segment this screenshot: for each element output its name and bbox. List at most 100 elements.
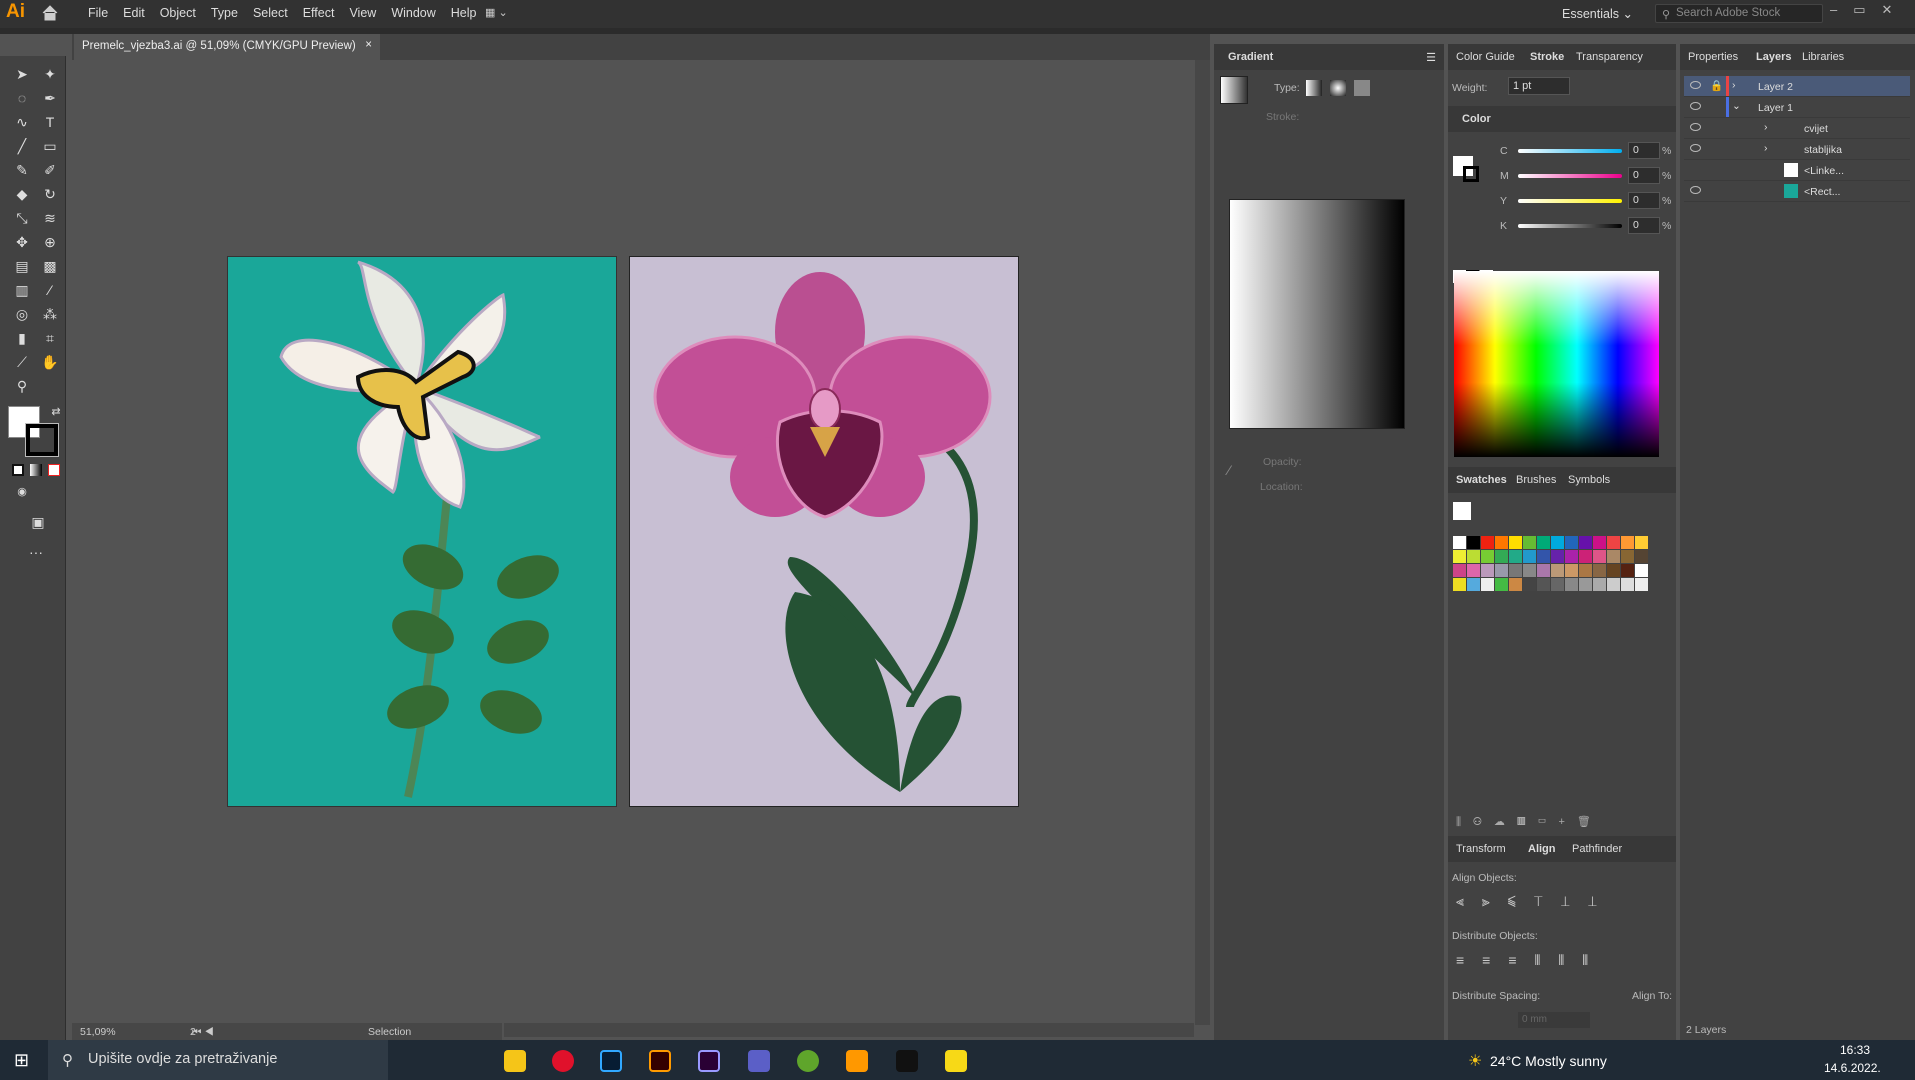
swatch[interactable]	[1523, 578, 1536, 591]
sublayer-row[interactable]: <Rect...	[1684, 181, 1910, 202]
type-tool-icon[interactable]: T	[40, 112, 60, 132]
magenta-slider[interactable]	[1518, 174, 1622, 178]
artboard-tool-icon[interactable]: ⌗	[40, 328, 60, 348]
swatch[interactable]	[1453, 550, 1466, 563]
swatch[interactable]	[1635, 536, 1648, 549]
layer-row[interactable]: 🔒 › Layer 2	[1684, 76, 1910, 97]
document-tab[interactable]: Premelc_vjezba3.ai @ 51,09% (CMYK/GPU Pr…	[74, 34, 380, 60]
pen-tool-icon[interactable]: ✒	[40, 88, 60, 108]
swatch[interactable]	[1467, 550, 1480, 563]
gradient-mode-icon[interactable]	[30, 464, 42, 476]
menu-view[interactable]: View	[349, 6, 376, 20]
taskbar-search[interactable]: Upišite ovdje za pretraživanje	[48, 1040, 388, 1080]
swatch[interactable]	[1621, 578, 1634, 591]
lasso-tool-icon[interactable]: ◌	[12, 88, 32, 108]
swatch[interactable]	[1453, 564, 1466, 577]
swatch[interactable]	[1495, 550, 1508, 563]
stock-search-input[interactable]: Search Adobe Stock	[1655, 4, 1823, 23]
clock-time[interactable]: 16:33	[1840, 1043, 1870, 1057]
swatch[interactable]	[1635, 564, 1648, 577]
rectangle-tool-icon[interactable]: ▭	[40, 136, 60, 156]
linear-gradient-icon[interactable]	[1306, 80, 1322, 96]
swatch[interactable]	[1635, 578, 1648, 591]
swatch[interactable]	[1523, 550, 1536, 563]
tab-color-guide[interactable]: Color Guide	[1456, 51, 1515, 63]
layer-row[interactable]: ⌄ Layer 1	[1684, 97, 1910, 118]
visibility-icon[interactable]	[1690, 81, 1701, 89]
blend-tool-icon[interactable]: ◎	[12, 304, 32, 324]
zoom-tool-icon[interactable]: ⚲	[12, 376, 32, 396]
magenta-input[interactable]: 0	[1628, 167, 1660, 184]
gradient-slider[interactable]	[1229, 199, 1405, 429]
opera-icon[interactable]	[552, 1050, 574, 1072]
zoom-level[interactable]: 51,09%	[80, 1026, 116, 1038]
artboard-1[interactable]	[227, 256, 617, 807]
visibility-icon[interactable]	[1690, 144, 1701, 152]
swatch[interactable]	[1481, 550, 1494, 563]
utorrent-icon[interactable]	[797, 1050, 819, 1072]
swatch[interactable]	[1481, 578, 1494, 591]
app-icon[interactable]	[896, 1050, 918, 1072]
screen-mode-icon[interactable]: ▣	[28, 512, 48, 532]
magic-wand-icon[interactable]: ✦	[40, 64, 60, 84]
swatch[interactable]	[1607, 578, 1620, 591]
tab-libraries[interactable]: Libraries	[1802, 51, 1844, 63]
weather-text[interactable]: 24°C Mostly sunny	[1490, 1053, 1607, 1069]
mesh-tool-icon[interactable]: ▩	[40, 256, 60, 276]
swatch[interactable]	[1523, 536, 1536, 549]
tab-properties[interactable]: Properties	[1688, 51, 1738, 63]
radial-gradient-icon[interactable]	[1330, 80, 1346, 96]
swatch[interactable]	[1593, 564, 1606, 577]
expand-icon[interactable]: ›	[1764, 142, 1768, 154]
swatch[interactable]	[1607, 564, 1620, 577]
swatch[interactable]	[1523, 564, 1536, 577]
graph-tool-icon[interactable]: ▮	[12, 328, 32, 348]
menu-window[interactable]: Window	[391, 6, 435, 20]
sublime-icon[interactable]	[846, 1050, 868, 1072]
align-buttons-icon[interactable]: ⫷⫸⫹⊤⊥⊥	[1456, 893, 1615, 910]
home-icon[interactable]	[42, 5, 58, 21]
distribute-buttons-icon[interactable]: ≡≡≡⫴⫴⫴	[1456, 952, 1606, 969]
black-input[interactable]: 0	[1628, 217, 1660, 234]
slice-tool-icon[interactable]: ⟋	[12, 352, 32, 372]
tab-swatches[interactable]: Swatches	[1456, 474, 1507, 486]
illustrator-icon[interactable]	[649, 1050, 671, 1072]
tab-layers[interactable]: Layers	[1756, 51, 1791, 63]
swatch[interactable]	[1621, 564, 1634, 577]
visibility-icon[interactable]	[1690, 186, 1701, 194]
workspace-switcher-icon[interactable]: ▦ ⌄	[485, 6, 508, 19]
tab-align[interactable]: Align	[1528, 843, 1556, 855]
swatch-panel-actions-icon[interactable]: ⫼⚇☁▦▭+🗑	[1448, 812, 1676, 832]
eraser-icon[interactable]: ◆	[12, 184, 32, 204]
workspace-dropdown[interactable]: Essentials ⌄	[1562, 6, 1633, 21]
swatch[interactable]	[1481, 536, 1494, 549]
puppet-warp-icon[interactable]: ✥	[12, 232, 32, 252]
tab-transparency[interactable]: Transparency	[1576, 51, 1643, 63]
swatch[interactable]	[1579, 550, 1592, 563]
swatch[interactable]	[1593, 536, 1606, 549]
gradient-tool-icon[interactable]: ▥	[12, 280, 32, 300]
premiere-icon[interactable]	[698, 1050, 720, 1072]
swatch[interactable]	[1579, 536, 1592, 549]
tab-transform[interactable]: Transform	[1456, 843, 1506, 855]
swatch[interactable]	[1509, 550, 1522, 563]
swatch[interactable]	[1537, 564, 1550, 577]
swatch[interactable]	[1509, 536, 1522, 549]
swatch[interactable]	[1467, 564, 1480, 577]
file-explorer-icon[interactable]	[504, 1050, 526, 1072]
clock-date[interactable]: 14.6.2022.	[1824, 1061, 1881, 1075]
swatch[interactable]	[1565, 578, 1578, 591]
swatch[interactable]	[1551, 578, 1564, 591]
horizontal-scrollbar[interactable]	[504, 1023, 1194, 1037]
yellow-input[interactable]: 0	[1628, 192, 1660, 209]
swatch[interactable]	[1509, 578, 1522, 591]
sublayer-row[interactable]: › cvijet	[1684, 118, 1910, 139]
visibility-icon[interactable]	[1690, 123, 1701, 131]
artboard-number[interactable]: 2	[190, 1026, 196, 1038]
eyedropper-icon[interactable]: ⁄	[1228, 462, 1230, 478]
swatch[interactable]	[1551, 536, 1564, 549]
stroke-swatch[interactable]	[25, 423, 59, 457]
swatch[interactable]	[1621, 550, 1634, 563]
swatch[interactable]	[1495, 564, 1508, 577]
hand-tool-icon[interactable]: ✋	[40, 352, 60, 372]
